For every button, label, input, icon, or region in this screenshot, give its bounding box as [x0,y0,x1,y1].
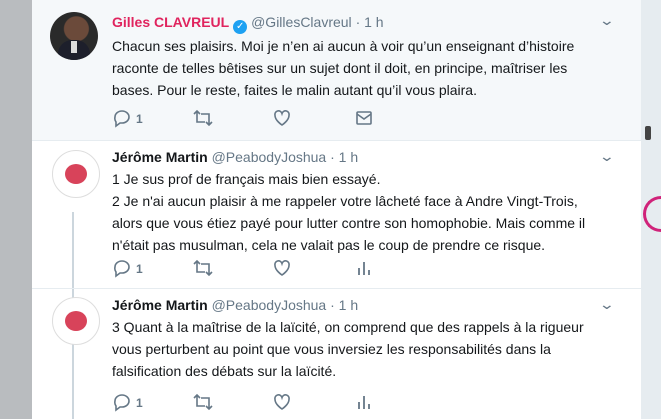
chevron-down-icon[interactable]: ⌄ [599,12,615,29]
avatar[interactable] [52,297,100,345]
retweet-icon [193,393,213,411]
author-handle[interactable]: @GillesClavreul [251,14,352,30]
tweet-text-line: bases. Pour le reste, faites le malin au… [112,82,477,98]
avatar[interactable] [50,12,98,60]
author-name[interactable]: Jérôme Martin [112,297,208,313]
tweet-text-line: 3 Quant à la maîtrise de la laïcité, on … [112,319,584,335]
reply-icon [114,394,130,412]
like-icon [274,394,290,410]
tweet-text-line: falsification des débats sur la laïcité. [112,363,337,379]
like-icon [274,260,290,276]
tweet-text-line: 1 Je sus prof de français mais bien essa… [112,171,381,187]
tweet-text-line: n'était pas musulman, cela ne valait pas… [112,237,546,253]
avatar-logo [65,311,87,331]
tweet-text-line: raconte de telles bêtises sur un sujet d… [112,60,568,76]
avatar-figure [71,41,77,53]
background-fragment [643,196,661,232]
timestamp[interactable]: 1 h [364,14,383,30]
chevron-down-icon[interactable]: ⌄ [599,148,615,165]
tweet-text: 3 Quant à la maîtrise de la laïcité, on … [112,316,627,382]
background-page-strip [641,0,661,419]
separator: · [355,14,361,30]
avatar[interactable] [52,150,100,198]
retweet-icon [193,109,213,127]
reply-count: 1 [136,262,143,276]
reply-icon [114,260,130,278]
analytics-icon [358,396,370,409]
message-icon [356,111,372,125]
avatar-logo [65,164,87,184]
verified-icon: ✓ [233,20,248,34]
reply-count: 1 [136,112,143,126]
background-fragment [645,126,651,140]
tweet-main[interactable]: Gilles CLAVREUL ✓ @GillesClavreul · 1 h ⌄… [32,0,641,141]
chevron-down-icon[interactable]: ⌄ [599,296,615,313]
tweet-reply[interactable]: Jérôme Martin @PeabodyJoshua · 1 h ⌄ 3 Q… [32,288,641,419]
separator: · [330,297,335,313]
tweet-header: Gilles CLAVREUL ✓ @GillesClavreul · 1 h [112,14,384,34]
timestamp[interactable]: 1 h [339,149,358,165]
tweet-reply[interactable]: Jérôme Martin @PeabodyJoshua · 1 h ⌄ 1 J… [32,140,641,289]
tweet-text-line: alors que vous étiez payé pour lutter co… [112,215,586,231]
tweet-header: Jérôme Martin @PeabodyJoshua · 1 h [112,149,358,165]
conversation-panel: Gilles CLAVREUL ✓ @GillesClavreul · 1 h ⌄… [32,0,641,419]
tweet-text: Chacun ses plaisirs. Moi je n’en ai aucu… [112,35,627,101]
reply-count: 1 [136,396,143,410]
like-icon [274,110,290,126]
author-handle[interactable]: @PeabodyJoshua [212,149,327,165]
tweet-text: 1 Je sus prof de français mais bien essa… [112,168,627,256]
tweet-text-line: vous perturbent au point que vous invers… [112,341,551,357]
reply-icon [114,110,130,128]
timestamp[interactable]: 1 h [339,297,358,313]
author-name[interactable]: Jérôme Martin [112,149,208,165]
analytics-icon [358,262,370,275]
retweet-icon [193,259,213,277]
author-name[interactable]: Gilles CLAVREUL [112,14,229,30]
separator: · [330,149,335,165]
tweet-text-line: Chacun ses plaisirs. Moi je n’en ai aucu… [112,38,575,54]
author-handle[interactable]: @PeabodyJoshua [212,297,327,313]
tweet-text-line: 2 Je n'ai aucun plaisir à me rappeler vo… [112,193,578,209]
tweet-header: Jérôme Martin @PeabodyJoshua · 1 h [112,297,358,313]
